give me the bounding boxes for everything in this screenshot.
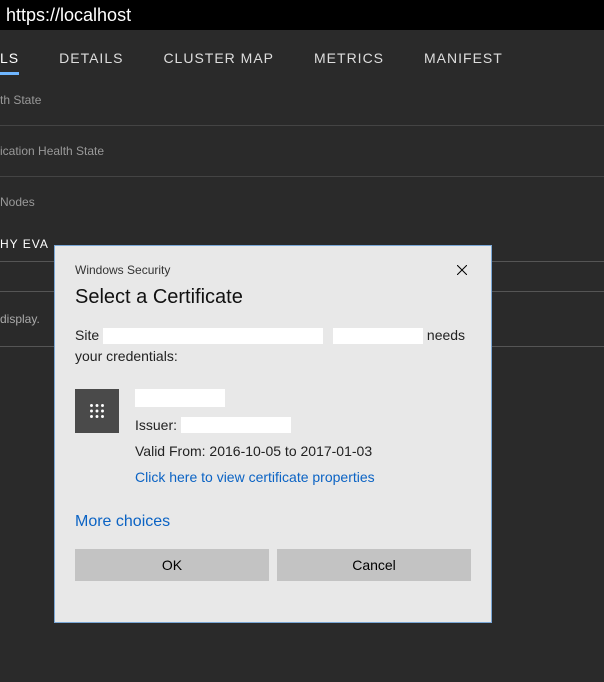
dialog-titlebar: Windows Security — [75, 260, 471, 280]
cancel-button[interactable]: Cancel — [277, 549, 471, 581]
tab-ls[interactable]: LS — [0, 50, 19, 75]
tab-manifest[interactable]: MANIFEST — [424, 50, 503, 75]
close-icon[interactable] — [453, 260, 471, 280]
tab-metrics[interactable]: METRICS — [314, 50, 384, 75]
tab-cluster-map[interactable]: CLUSTER MAP — [163, 50, 274, 75]
more-choices-link[interactable]: More choices — [75, 513, 471, 531]
address-bar[interactable]: https://localhost — [0, 0, 604, 30]
certificate-dialog: Windows Security Select a Certificate Si… — [54, 245, 492, 623]
msg-prefix: Site — [75, 327, 103, 343]
dialog-header-text: Windows Security — [75, 263, 170, 277]
view-cert-properties-link[interactable]: Click here to view certificate propertie… — [135, 469, 471, 485]
tab-strip: LS DETAILS CLUSTER MAP METRICS MANIFEST — [0, 30, 604, 75]
site-redacted-3 — [333, 328, 423, 344]
issuer-label: Issuer: — [135, 417, 177, 433]
site-redacted — [103, 328, 323, 344]
dialog-title: Select a Certificate — [75, 286, 471, 309]
tab-details[interactable]: DETAILS — [59, 50, 123, 75]
dialog-message: Site needs your credentials: — [75, 325, 471, 367]
certificate-icon — [75, 389, 119, 433]
issuer-redacted — [181, 417, 291, 433]
certificate-issuer: Issuer: — [135, 417, 471, 433]
certificate-item[interactable]: Issuer: Valid From: 2016-10-05 to 2017-0… — [75, 389, 471, 485]
address-text: https://localhost — [6, 5, 131, 26]
ok-button[interactable]: OK — [75, 549, 269, 581]
dialog-buttons: OK Cancel — [75, 549, 471, 581]
prop-nodes: Nodes — [0, 177, 604, 227]
cert-name-redacted — [135, 389, 225, 407]
prop-app-health-state: ication Health State — [0, 126, 604, 177]
properties-list: th State ication Health State Nodes — [0, 75, 604, 227]
certificate-name — [135, 389, 471, 407]
certificate-info: Issuer: Valid From: 2016-10-05 to 2017-0… — [135, 389, 471, 485]
certificate-validity: Valid From: 2016-10-05 to 2017-01-03 — [135, 443, 471, 459]
prop-health-state: th State — [0, 75, 604, 126]
